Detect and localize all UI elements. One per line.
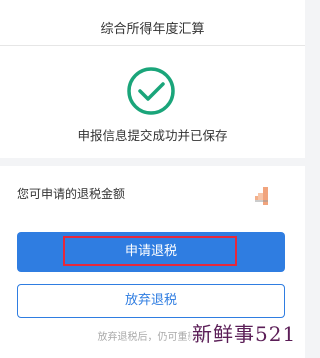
abandon-refund-label: 放弃退税 xyxy=(124,293,177,308)
refund-amount-label: 您可申请的退税金额 xyxy=(17,187,126,201)
watermark: 新鲜事521 xyxy=(190,318,299,347)
check-circle-icon xyxy=(127,67,175,115)
header-divider xyxy=(0,45,305,46)
refund-amount-value-blurred xyxy=(255,187,269,207)
apply-refund-button[interactable]: 申请退税 xyxy=(17,232,285,272)
status-message: 申报信息提交成功并已保存 xyxy=(77,128,228,143)
apply-refund-label: 申请退税 xyxy=(124,244,177,259)
page-title: 综合所得年度汇算 xyxy=(100,22,205,37)
abandon-refund-button[interactable]: 放弃退税 xyxy=(17,284,285,318)
